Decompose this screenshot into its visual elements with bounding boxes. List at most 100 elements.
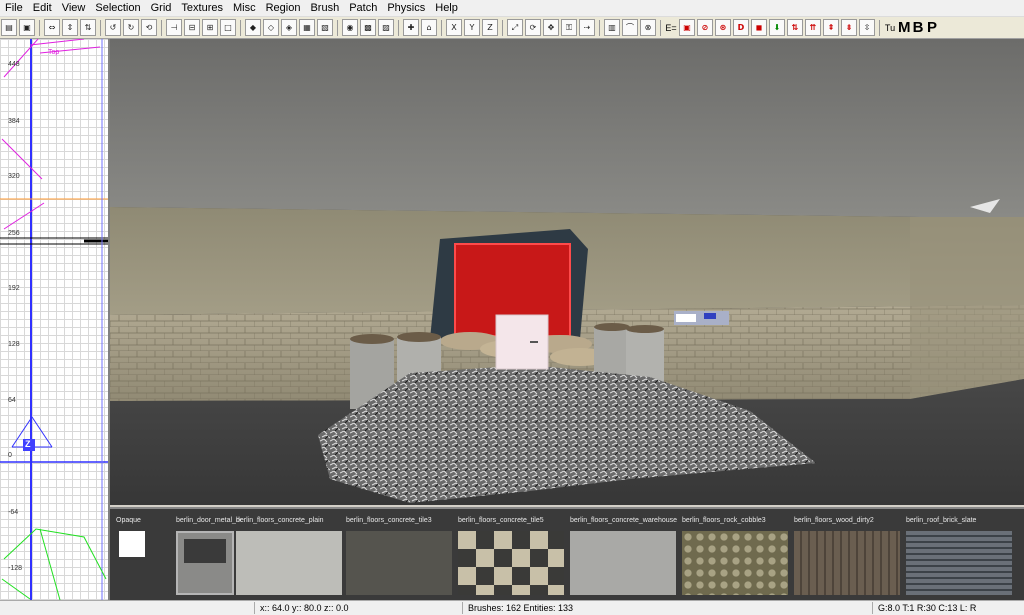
clipper-icon[interactable]: ⊣ (166, 19, 182, 36)
top-grid-view[interactable]: 448 384 320 256 192 128 64 0 -64 -128 To… (0, 39, 110, 600)
menu-brush[interactable]: Brush (305, 0, 344, 16)
grow-icon[interactable]: ⇞ (823, 19, 839, 36)
menu-help[interactable]: Help (430, 0, 463, 16)
view-z-icon[interactable]: Z (482, 19, 498, 36)
toggle-p-button[interactable]: P (926, 19, 938, 36)
change-views-icon[interactable]: ◉ (342, 19, 358, 36)
menu-region[interactable]: Region (261, 0, 306, 16)
vertex-edit-icon[interactable]: ◆ (245, 19, 261, 36)
texture-item[interactable]: berlin_floors_rock_cobble3 (682, 517, 792, 597)
texture-item[interactable]: berlin_floors_concrete_warehouse (570, 517, 680, 597)
csg-merge-icon[interactable]: ⊞ (202, 19, 218, 36)
lock-icon[interactable]: ⚿ (561, 19, 577, 36)
status-grid-info: G:8.0 T:1 R:30 C:13 L: R (878, 603, 977, 613)
wood-dirty-icon (794, 531, 900, 595)
concrete-warehouse-icon (570, 531, 676, 595)
menu-bar: File Edit View Selection Grid Textures Misc Reg… (0, 0, 1024, 17)
stretch-icon[interactable]: ⇳ (859, 19, 875, 36)
texture-name: Opaque (116, 517, 141, 524)
texture-item[interactable]: berlin_floors_wood_dirty2 (794, 517, 904, 597)
roof-slate-icon (906, 531, 1012, 595)
texture-tool-label[interactable]: Tu (883, 23, 897, 33)
rotate-free-icon[interactable]: ⟳ (525, 19, 541, 36)
texture-item[interactable]: berlin_floors_concrete_tile5 (458, 517, 568, 597)
texture-name: berlin_floors_wood_dirty2 (794, 517, 874, 524)
toolbar-separator (660, 19, 661, 36)
move-up-icon[interactable]: ⇈ (805, 19, 821, 36)
texture-item[interactable]: Opaque (116, 517, 176, 597)
toggle-b-button[interactable]: B (912, 19, 924, 36)
status-bar: x:: 64.0 y:: 80.0 z:: 0.0 Brushes: 162 E… (0, 600, 1024, 615)
texture-name: berlin_floors_concrete_warehouse (570, 517, 678, 524)
menu-file[interactable]: File (0, 0, 28, 16)
detail-icon[interactable]: D (733, 19, 749, 36)
texture-browser[interactable]: Opaque berlin_door_metal_rk berlin_floor… (110, 507, 1024, 602)
menu-selection[interactable]: Selection (90, 0, 145, 16)
texture-name: berlin_floors_concrete_tile3 (346, 517, 432, 524)
flip-x-icon[interactable]: ⇔ (44, 19, 60, 36)
down-arrow-icon[interactable]: ⬇ (769, 19, 785, 36)
filter-icon[interactable]: ▣ (679, 19, 695, 36)
menu-view[interactable]: View (57, 0, 91, 16)
menu-misc[interactable]: Misc (228, 0, 261, 16)
texture-item[interactable]: berlin_floors_concrete_plain (236, 517, 344, 597)
camera-3d-view[interactable] (110, 39, 1024, 505)
sort-icon[interactable]: ⇅ (787, 19, 803, 36)
toolbar-separator (161, 19, 162, 36)
edge-edit-icon[interactable]: ◇ (263, 19, 279, 36)
axis-label: 64 (8, 397, 16, 404)
rotate-y-icon[interactable]: ↻ (123, 19, 139, 36)
camera-view-icon[interactable]: ⌂ (421, 19, 437, 36)
axis-label: 128 (8, 341, 20, 348)
shader-icon[interactable]: ⊛ (715, 19, 731, 36)
menu-patch[interactable]: Patch (344, 0, 382, 16)
menu-textures[interactable]: Textures (176, 0, 228, 16)
toolbar-separator (337, 19, 338, 36)
bend-icon[interactable]: ⌒ (622, 19, 638, 36)
axis-label: -64 (8, 509, 19, 516)
select-inside-icon[interactable]: ▦ (299, 19, 315, 36)
show-paths-icon[interactable]: ⇢ (579, 19, 595, 36)
entity-key-label[interactable]: E= (664, 23, 678, 33)
menu-edit[interactable]: Edit (28, 0, 57, 16)
status-separator (872, 602, 873, 614)
shrink-icon[interactable]: ⇟ (841, 19, 857, 36)
menu-grid[interactable]: Grid (146, 0, 177, 16)
drag-icon[interactable]: ✥ (543, 19, 559, 36)
concrete-tile3-icon (346, 531, 452, 595)
flip-z-icon[interactable]: ⇅ (80, 19, 96, 36)
stop-icon[interactable]: ⊘ (697, 19, 713, 36)
toolbar-separator (599, 19, 600, 36)
texture-name: berlin_floors_rock_cobble3 (682, 517, 766, 524)
cubic-clip-icon[interactable]: ▨ (378, 19, 394, 36)
caulk-icon[interactable]: ◼ (751, 19, 767, 36)
flip-y-icon[interactable]: ⇕ (62, 19, 78, 36)
view-y-icon[interactable]: Y (464, 19, 480, 36)
status-separator (462, 602, 463, 614)
save-file-icon[interactable]: ▣ (19, 19, 35, 36)
toolbar-separator (100, 19, 101, 36)
camera-scene (110, 39, 1024, 505)
toolbar-separator (398, 19, 399, 36)
scale-icon[interactable]: ⤢ (507, 19, 523, 36)
texture-item[interactable]: berlin_floors_concrete_tile3 (346, 517, 456, 597)
toggle-m-button[interactable]: M (898, 19, 911, 36)
face-edit-icon[interactable]: ◈ (281, 19, 297, 36)
csg-subtract-icon[interactable]: ⊟ (184, 19, 200, 36)
texture-view-icon[interactable]: ▩ (360, 19, 376, 36)
texture-item[interactable]: berlin_door_metal_rk (176, 517, 242, 597)
open-file-icon[interactable]: ▤ (1, 19, 17, 36)
texture-name: berlin_roof_brick_slate (906, 517, 977, 524)
hollow-icon[interactable]: □ (220, 19, 236, 36)
patch-icon[interactable]: ▥ (604, 19, 620, 36)
select-touching-icon[interactable]: ▧ (317, 19, 333, 36)
texture-item[interactable]: berlin_roof_brick_slate (906, 517, 1016, 597)
status-counts: Brushes: 162 Entities: 133 (468, 603, 574, 613)
rotate-z-icon[interactable]: ⟲ (141, 19, 157, 36)
rotate-x-icon[interactable]: ↺ (105, 19, 121, 36)
view-x-icon[interactable]: X (446, 19, 462, 36)
opaque-swatch-icon (119, 531, 145, 557)
weld-icon[interactable]: ⊗ (640, 19, 656, 36)
entity-view-icon[interactable]: ✚ (403, 19, 419, 36)
menu-physics[interactable]: Physics (382, 0, 430, 16)
